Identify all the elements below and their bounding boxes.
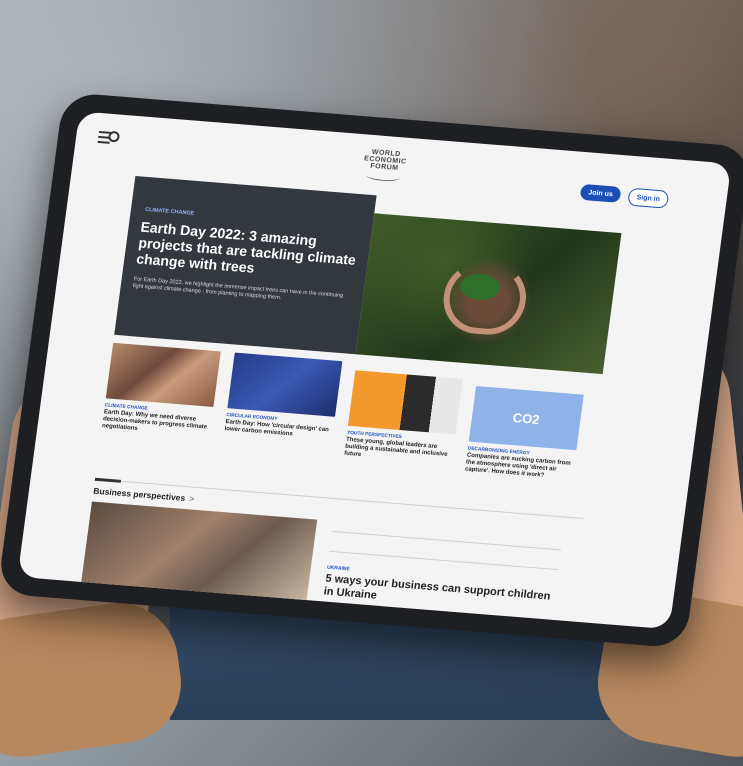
- article-card[interactable]: CLIMATE CHANGE Earth Day: Why we need di…: [101, 342, 221, 440]
- tablet-device: WORLD ECONOMIC FORUM Join us Sign in CLI…: [0, 92, 743, 649]
- tablet-screen: WORLD ECONOMIC FORUM Join us Sign in CLI…: [17, 111, 732, 630]
- article-card[interactable]: YOUTH PERSPECTIVES These young, global l…: [344, 370, 463, 467]
- divider: [331, 530, 562, 551]
- business-category[interactable]: UKRAINE: [327, 565, 351, 573]
- divider: [329, 550, 559, 571]
- hero-image[interactable]: [355, 213, 622, 375]
- hero-text-panel: CLIMATE CHANGE Earth Day 2022: 3 amazing…: [114, 175, 377, 355]
- wef-logo[interactable]: WORLD ECONOMIC FORUM: [348, 147, 422, 183]
- left-sleeve: [0, 595, 189, 765]
- card-image[interactable]: [105, 342, 221, 407]
- hero-category[interactable]: CLIMATE CHANGE: [145, 207, 195, 217]
- join-us-button[interactable]: Join us: [579, 183, 622, 203]
- sign-in-button[interactable]: Sign in: [627, 187, 670, 209]
- logo-arc-icon: [365, 170, 401, 183]
- card-image[interactable]: CO2: [468, 385, 584, 451]
- chevron-right-icon: >: [188, 493, 195, 504]
- card-image[interactable]: [347, 370, 463, 435]
- hero-title[interactable]: Earth Day 2022: 3 amazing projects that …: [135, 219, 363, 284]
- business-article-title[interactable]: 5 ways your business can support childre…: [323, 573, 556, 617]
- section-title-text: Business perspectives: [92, 485, 186, 503]
- business-image[interactable]: [78, 501, 318, 619]
- article-card[interactable]: CO2 DECARBONIZING ENERGY Companies are s…: [464, 385, 584, 483]
- article-card[interactable]: CIRCULAR ECONOMY Earth Day: How 'circula…: [224, 352, 343, 442]
- card-image[interactable]: [227, 352, 343, 417]
- menu-search-icon[interactable]: [97, 130, 121, 147]
